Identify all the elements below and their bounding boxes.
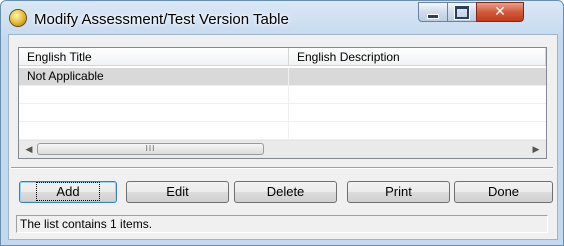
print-button[interactable]: Print <box>347 181 450 203</box>
edit-button[interactable]: Edit <box>126 181 229 203</box>
dialog-window: Modify Assessment/Test Version Table ✕ E… <box>0 0 564 246</box>
column-header-english-description[interactable]: English Description <box>289 48 546 66</box>
done-button[interactable]: Done <box>454 181 553 203</box>
scrollbar-thumb[interactable]: III <box>37 143 264 155</box>
close-button[interactable]: ✕ <box>476 2 524 22</box>
app-globe-icon[interactable] <box>10 10 26 26</box>
empty-row <box>19 122 546 140</box>
column-header-english-title[interactable]: English Title <box>19 48 289 66</box>
maximize-icon <box>455 5 469 19</box>
close-icon: ✕ <box>494 4 506 20</box>
maximize-button[interactable] <box>447 2 477 22</box>
status-bar: The list contains 1 items. <box>16 215 548 233</box>
add-button-label: Add <box>36 182 100 201</box>
delete-button[interactable]: Delete <box>234 181 337 203</box>
row-english-title: Not Applicable <box>19 68 289 85</box>
dialog-client-area: English Title English Description Not Ap… <box>8 34 558 240</box>
list-header: English Title English Description <box>19 48 546 68</box>
separator <box>11 167 553 169</box>
list-rows: Not Applicable <box>19 68 546 140</box>
add-button[interactable]: Add <box>19 181 117 203</box>
scroll-right-arrow-icon[interactable]: ▶ <box>528 144 544 155</box>
table-row[interactable]: Not Applicable <box>19 68 546 86</box>
empty-row <box>19 86 546 104</box>
horizontal-scrollbar[interactable]: ◀ III ▶ <box>19 140 546 158</box>
window-title: Modify Assessment/Test Version Table <box>34 11 289 28</box>
version-list[interactable]: English Title English Description Not Ap… <box>18 47 547 159</box>
empty-row <box>19 104 546 122</box>
title-bar[interactable]: Modify Assessment/Test Version Table ✕ <box>1 1 563 35</box>
row-english-description <box>289 68 546 85</box>
scroll-left-arrow-icon[interactable]: ◀ <box>21 144 37 155</box>
minimize-icon <box>427 13 439 19</box>
minimize-button[interactable] <box>418 2 448 22</box>
